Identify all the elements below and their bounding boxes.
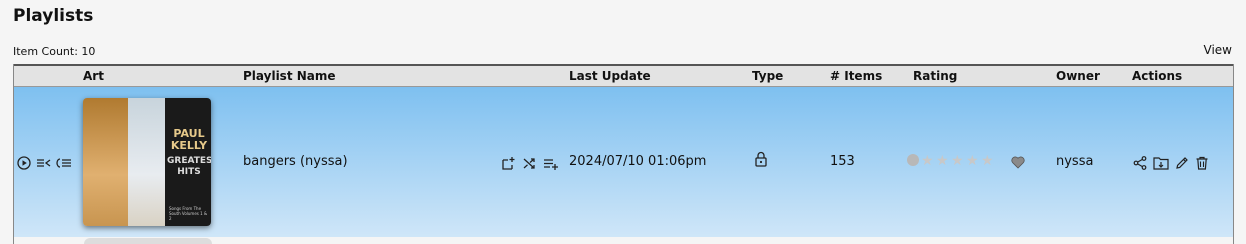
shuffle-icon[interactable] — [522, 156, 537, 171]
column-items[interactable]: # Items — [830, 69, 882, 83]
play-next-icon[interactable] — [36, 156, 52, 170]
add-to-queue-end-icon[interactable] — [543, 156, 559, 171]
share-icon[interactable] — [1133, 156, 1147, 170]
playlist-art[interactable] — [84, 238, 212, 244]
clear-rating-icon[interactable] — [907, 154, 919, 166]
last-update: 2024/07/10 01:06pm — [569, 154, 707, 169]
item-count: Item Count: 10 — [13, 45, 96, 58]
column-art[interactable]: Art — [83, 69, 104, 83]
star-5-icon[interactable]: ★ — [981, 154, 994, 168]
lock-icon — [754, 151, 768, 167]
column-type[interactable]: Type — [752, 69, 783, 83]
column-last-update[interactable]: Last Update — [569, 69, 651, 83]
download-folder-icon[interactable] — [1153, 156, 1169, 170]
heart-icon[interactable] — [1011, 156, 1025, 169]
column-owner[interactable]: Owner — [1056, 69, 1100, 83]
art-photo-left — [83, 98, 128, 226]
column-actions: Actions — [1132, 69, 1183, 83]
table-row[interactable] — [14, 237, 1233, 244]
column-rating[interactable]: Rating — [913, 69, 957, 83]
owner-cell: nyssa — [1056, 154, 1094, 169]
edit-icon[interactable] — [1175, 156, 1189, 170]
column-playlist-name[interactable]: Playlist Name — [243, 69, 336, 83]
star-3-icon[interactable]: ★ — [951, 154, 964, 168]
art-artist: PAUL KELLY — [170, 127, 208, 152]
page-title: Playlists — [13, 6, 94, 26]
playlists-table: Art Playlist Name Last Update Type # Ite… — [13, 64, 1234, 244]
art-album: GREATEST HITS — [167, 156, 211, 177]
playlist-name-link[interactable]: bangers (nyssa) — [243, 154, 348, 169]
table-row[interactable]: PAUL KELLY GREATEST HITS Songs From The … — [14, 87, 1233, 237]
art-subtitle: Songs From The South Volumes 1 & 2 — [169, 206, 208, 221]
item-count-cell: 153 — [830, 154, 855, 169]
playlist-art[interactable]: PAUL KELLY GREATEST HITS Songs From The … — [83, 98, 211, 226]
table-header: Art Playlist Name Last Update Type # Ite… — [14, 64, 1233, 87]
star-1-icon[interactable]: ★ — [921, 154, 934, 168]
star-2-icon[interactable]: ★ — [936, 154, 949, 168]
add-to-queue-icon[interactable] — [56, 156, 72, 170]
play-icon[interactable] — [17, 156, 31, 170]
add-to-playlist-icon[interactable] — [501, 156, 516, 171]
delete-icon[interactable] — [1195, 156, 1209, 170]
view-link[interactable]: View — [1204, 43, 1232, 57]
art-photo-middle — [128, 98, 165, 226]
star-4-icon[interactable]: ★ — [966, 154, 979, 168]
